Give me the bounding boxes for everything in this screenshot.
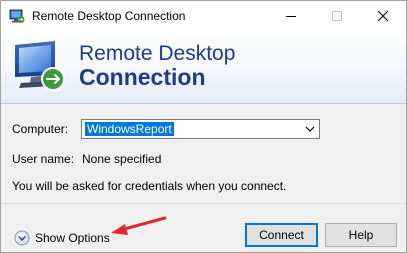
close-button[interactable] (360, 1, 406, 31)
window-title: Remote Desktop Connection (32, 9, 186, 23)
rdc-window: Remote Desktop Connection Remote Desktop… (0, 0, 407, 253)
minimize-icon (286, 16, 296, 17)
maximize-icon (332, 11, 342, 21)
maximize-button (314, 1, 360, 31)
rdc-app-icon (9, 9, 25, 23)
chevron-down-icon[interactable] (302, 121, 318, 137)
connect-button[interactable]: Connect (245, 223, 318, 247)
username-value: None specified (82, 152, 162, 166)
banner-title-line1: Remote Desktop (79, 42, 236, 65)
help-button[interactable]: Help (325, 223, 397, 247)
header-banner: Remote Desktop Connection (1, 31, 406, 104)
computer-label: Computer: (12, 122, 69, 136)
title-bar[interactable]: Remote Desktop Connection (1, 1, 406, 31)
credentials-note: You will be asked for credentials when y… (12, 179, 287, 193)
annotation-arrow (111, 216, 167, 235)
expand-options-icon (14, 230, 30, 246)
rdc-logo-icon (15, 41, 65, 91)
show-options-label[interactable]: Show Options (35, 231, 110, 245)
username-label: User name: (12, 152, 75, 166)
dialog-footer: Show Options Connect Help (1, 203, 406, 252)
minimize-button[interactable] (268, 1, 314, 31)
computer-combobox[interactable]: WindowsReport (81, 119, 320, 139)
banner-title-line2: Connection (79, 64, 206, 90)
close-icon (377, 10, 389, 22)
computer-input[interactable]: WindowsReport (85, 122, 174, 136)
